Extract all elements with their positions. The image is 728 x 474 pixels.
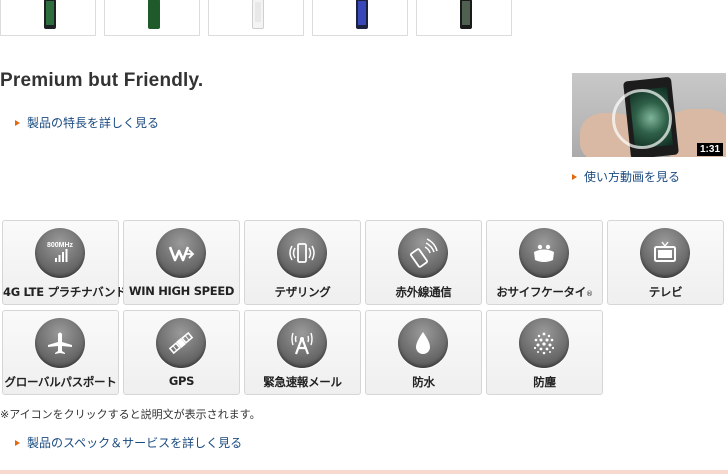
feature-emergency-alert[interactable]: 緊急速報メール xyxy=(244,310,361,395)
thumbnail-green[interactable] xyxy=(104,0,200,36)
icon-click-note: ※アイコンをクリックすると説明文が表示されます。 xyxy=(0,408,261,421)
phone-image xyxy=(356,0,368,29)
feature-label: WIN HIGH SPEED xyxy=(128,284,235,298)
specs-detail-label: 製品のスペック＆サービスを詳しく見る xyxy=(27,436,243,450)
feature-label: 防塵 xyxy=(533,375,556,389)
feature-label: グローバルパスポート xyxy=(4,375,117,389)
feature-label: テザリング xyxy=(274,285,331,299)
dustproof-icon xyxy=(519,318,569,368)
thumbnail-black[interactable] xyxy=(0,0,96,36)
infrared-icon xyxy=(398,228,448,278)
feature-lte[interactable]: 800MHz 4G LTE プラチナバンド xyxy=(2,220,127,305)
feature-label: GPS xyxy=(168,374,195,388)
arrow-icon xyxy=(15,120,20,126)
tethering-icon xyxy=(277,228,327,278)
svg-text:800MHz: 800MHz xyxy=(47,242,74,249)
feature-infrared[interactable]: 赤外線通信 xyxy=(365,220,482,305)
feature-label: テレビ xyxy=(648,285,683,299)
osaifu-keitai-icon xyxy=(519,228,569,278)
phone-image xyxy=(148,0,160,29)
video-duration-badge: 1:31 xyxy=(696,143,723,156)
divider xyxy=(0,470,728,474)
video-link-label: 使い方動画を見る xyxy=(584,170,681,184)
waterproof-drop-icon xyxy=(398,318,448,368)
lte-800mhz-icon: 800MHz xyxy=(35,228,85,278)
feature-label: おサイフケータイ® xyxy=(496,285,593,299)
feature-label: 赤外線通信 xyxy=(395,285,452,299)
specs-detail-link[interactable]: 製品のスペック＆サービスを詳しく見る xyxy=(15,434,242,451)
thumbnail-navy[interactable] xyxy=(312,0,408,36)
feature-win-high-speed[interactable]: WIN HIGH SPEED xyxy=(123,220,240,305)
arrow-icon xyxy=(15,440,20,446)
feature-label: 4G LTE プラチナバンド xyxy=(3,285,127,299)
thumbnail-white[interactable] xyxy=(208,0,304,36)
feature-tethering[interactable]: テザリング xyxy=(244,220,361,305)
feature-waterproof[interactable]: 防水 xyxy=(365,310,482,395)
airplane-icon xyxy=(35,318,85,368)
feature-dustproof[interactable]: 防塵 xyxy=(486,310,603,395)
tv-icon xyxy=(640,228,690,278)
feature-osaifu-keitai[interactable]: おサイフケータイ® xyxy=(486,220,603,305)
phone-image xyxy=(252,0,264,29)
phone-image xyxy=(44,0,56,29)
emergency-alert-icon xyxy=(277,318,327,368)
gesture-ring-graphic xyxy=(612,89,672,149)
features-detail-label: 製品の特長を詳しく見る xyxy=(27,116,160,130)
win-high-speed-icon xyxy=(156,228,206,278)
satellite-icon xyxy=(156,318,206,368)
feature-label: 緊急速報メール xyxy=(263,375,342,389)
feature-global-passport[interactable]: グローバルパスポート xyxy=(2,310,119,395)
feature-gps[interactable]: GPS xyxy=(123,310,240,395)
feature-label: 防水 xyxy=(412,375,435,389)
video-link[interactable]: 使い方動画を見る xyxy=(572,168,680,185)
phone-image xyxy=(460,0,472,29)
features-detail-link[interactable]: 製品の特長を詳しく見る xyxy=(15,114,159,131)
feature-tv[interactable]: テレビ xyxy=(607,220,724,305)
video-thumbnail[interactable]: 1:31 xyxy=(572,73,726,157)
thumbnail-dark[interactable] xyxy=(416,0,512,36)
arrow-icon xyxy=(572,174,577,180)
page-headline: Premium but Friendly. xyxy=(0,70,204,91)
